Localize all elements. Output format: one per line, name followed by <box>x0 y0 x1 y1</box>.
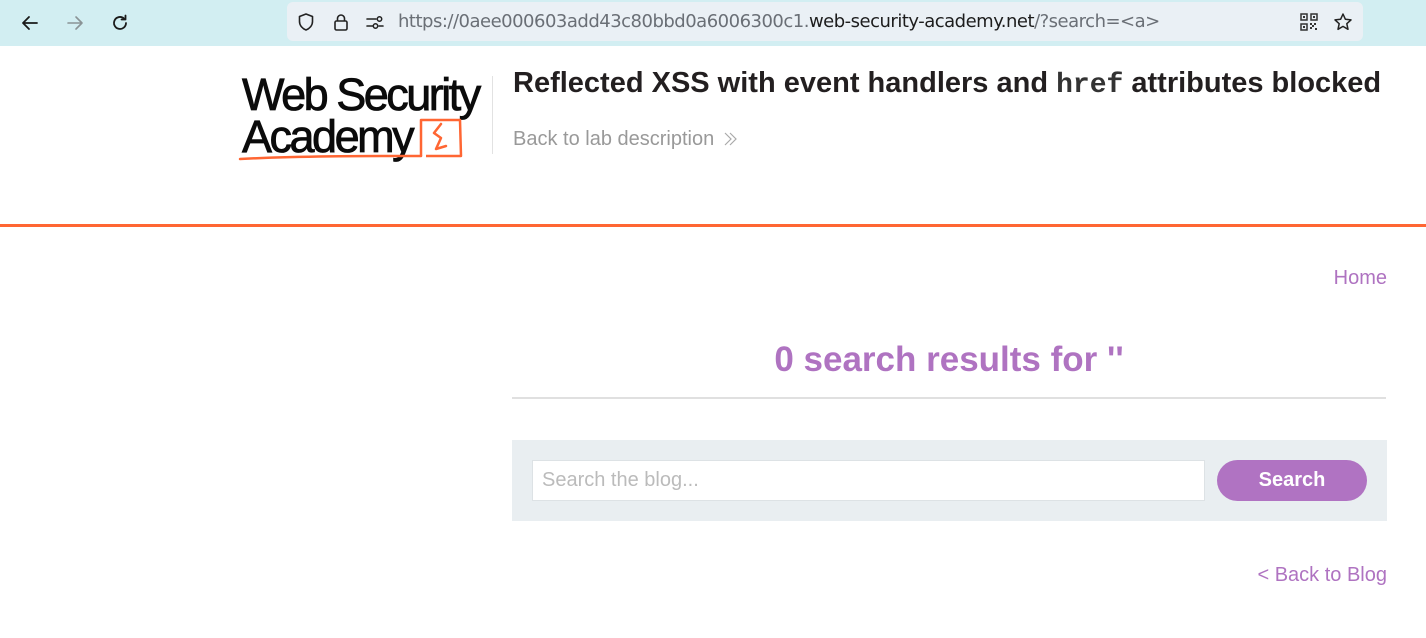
url-text[interactable]: https://0aee000603add43c80bbd0a6006300c1… <box>398 11 1160 33</box>
url-domain: web-security-academy.net <box>808 11 1035 32</box>
lock-icon[interactable] <box>330 11 352 33</box>
double-chevron-right-icon <box>722 131 738 147</box>
lab-title: Reflected XSS with event handlers and hr… <box>513 66 1381 103</box>
back-button[interactable] <box>15 8 45 38</box>
back-to-lab-label: Back to lab description <box>513 128 715 150</box>
header-divider <box>492 76 493 154</box>
address-bar[interactable]: https://0aee000603add43c80bbd0a6006300c1… <box>287 2 1363 41</box>
results-divider <box>512 397 1386 399</box>
forward-button[interactable] <box>60 8 90 38</box>
browser-toolbar: https://0aee000603add43c80bbd0a6006300c1… <box>0 0 1426 46</box>
back-to-blog-link[interactable]: < Back to Blog <box>1257 563 1387 587</box>
arrow-left-icon <box>22 16 38 30</box>
search-panel: Search <box>512 440 1387 521</box>
arrow-right-icon <box>67 16 83 30</box>
search-input[interactable] <box>532 460 1205 501</box>
web-security-academy-logo[interactable]: Web Security Academy <box>238 72 490 166</box>
back-to-lab-description-link[interactable]: Back to lab description <box>513 127 738 151</box>
home-link[interactable]: Home <box>1334 266 1387 290</box>
url-prefix: https://0aee000603add43c80bbd0a6006300c1… <box>398 11 809 32</box>
qr-code-icon[interactable] <box>1298 11 1320 33</box>
permissions-icon[interactable] <box>364 11 386 33</box>
search-button[interactable]: Search <box>1217 460 1367 501</box>
lab-title-code: href <box>1056 70 1124 101</box>
lab-title-text-pre: Reflected XSS with event handlers and <box>513 67 1057 99</box>
header-orange-rule <box>0 224 1426 227</box>
reload-icon <box>113 14 127 30</box>
url-path: /?search=<a> <box>1034 11 1160 32</box>
lab-title-text-post: attributes blocked <box>1123 67 1382 99</box>
shield-icon[interactable] <box>295 11 317 33</box>
bookmark-star-icon[interactable] <box>1332 11 1354 33</box>
logo-lightning-icon <box>238 118 463 161</box>
search-results-heading: 0 search results for '' <box>774 340 1124 379</box>
reload-button[interactable] <box>105 8 135 38</box>
